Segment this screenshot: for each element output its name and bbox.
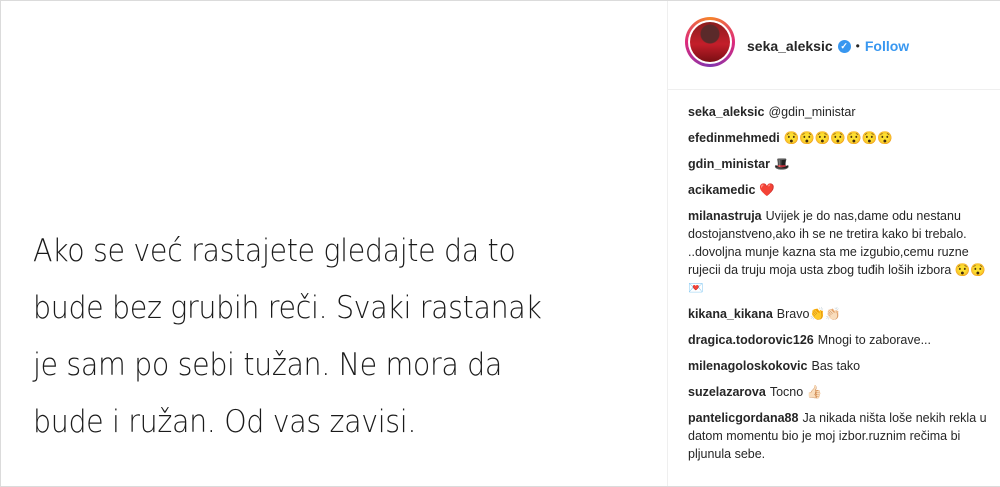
avatar[interactable] bbox=[685, 17, 735, 67]
comment-item: seka_aleksic @gdin_ministar bbox=[688, 103, 988, 121]
comment-username[interactable]: seka_aleksic bbox=[688, 105, 764, 119]
comment-item: suzelazarova Tocno 👍🏻 bbox=[688, 383, 988, 401]
comment-text: ❤️ bbox=[759, 183, 775, 197]
quote-line: bude i ružan. Od vas zavisi. bbox=[33, 404, 417, 440]
comment-item: pantelicgordana88 Ja nikada ništa loše ne… bbox=[688, 409, 988, 463]
quote-line: Ako se već rastajete gledajte da to bbox=[33, 233, 516, 269]
comment-username[interactable]: kikana_kikana bbox=[688, 307, 773, 321]
comment-text: Bravo👏👏🏻 bbox=[776, 307, 841, 321]
header-separator: • bbox=[855, 39, 860, 53]
comment-item: gdin_ministar 🎩 bbox=[688, 155, 988, 173]
comment-username[interactable]: milanastruja bbox=[688, 209, 762, 223]
comment-item: acikamedic ❤️ bbox=[688, 181, 988, 199]
comment-username[interactable]: milenagoloskokovic bbox=[688, 359, 807, 373]
comment-list: seka_aleksic @gdin_ministar efedinmehmedi… bbox=[688, 103, 988, 471]
comment-username[interactable]: gdin_ministar bbox=[688, 157, 770, 171]
comment-item: dragica.todorovic126 Mnogi to zaborave... bbox=[688, 331, 988, 349]
quote-line: je sam po sebi tužan. Ne mora da bbox=[33, 347, 502, 383]
post-header: seka_aleksic ✓ • Follow bbox=[668, 1, 1000, 90]
comment-username[interactable]: acikamedic bbox=[688, 183, 755, 197]
comment-item: kikana_kikana Bravo👏👏🏻 bbox=[688, 305, 988, 323]
comment-text: 🎩 bbox=[773, 157, 790, 171]
comment-text: @gdin_ministar bbox=[768, 105, 856, 119]
comment-text: Bas tako bbox=[811, 359, 861, 373]
header-username[interactable]: seka_aleksic bbox=[747, 38, 833, 54]
comment-item: efedinmehmedi 😯😯😯😯😯😯😯 bbox=[688, 129, 988, 147]
comment-username[interactable]: suzelazarova bbox=[688, 385, 766, 399]
comment-username[interactable]: efedinmehmedi bbox=[688, 131, 780, 145]
post-image[interactable]: Ako se već rastajete gledajte da to bude… bbox=[1, 1, 666, 486]
comments-panel: seka_aleksic ✓ • Follow seka_aleksic @gdi… bbox=[667, 1, 1000, 486]
comment-text: 😯😯😯😯😯😯😯 bbox=[783, 131, 893, 145]
comment-username[interactable]: pantelicgordana88 bbox=[688, 411, 798, 425]
verified-badge-icon: ✓ bbox=[837, 39, 851, 53]
avatar-photo bbox=[690, 22, 730, 62]
post-quote-text: Ako se već rastajete gledajte da to bude… bbox=[33, 223, 603, 451]
follow-button[interactable]: Follow bbox=[865, 38, 909, 54]
comment-username[interactable]: dragica.todorovic126 bbox=[688, 333, 814, 347]
comment-item: milanastruja Uvijek je do nas,dame odu ne… bbox=[688, 207, 988, 297]
comment-item: milenagoloskokovic Bas tako bbox=[688, 357, 988, 375]
comment-text: Tocno 👍🏻 bbox=[769, 385, 823, 399]
comment-text: Mnogi to zaborave... bbox=[817, 333, 932, 347]
quote-line: bude bez grubih reči. Svaki rastanak bbox=[33, 290, 542, 326]
